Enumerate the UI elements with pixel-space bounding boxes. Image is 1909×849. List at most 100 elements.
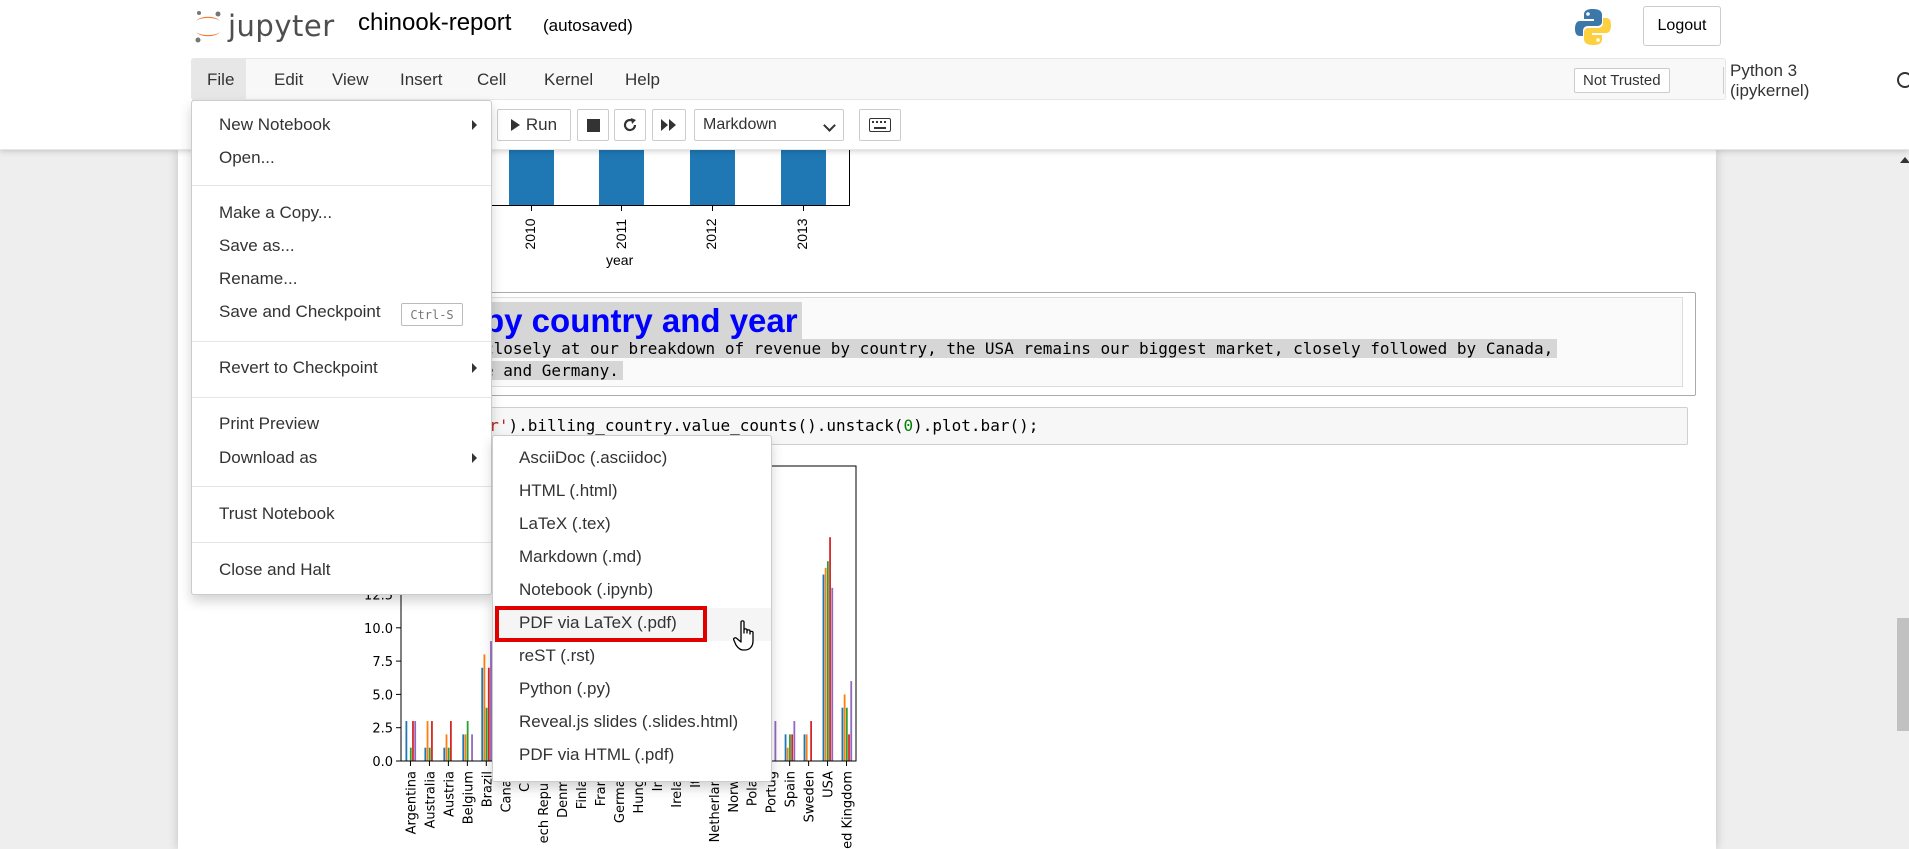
download-pdf-html[interactable]: PDF via HTML (.pdf) [519,745,674,765]
x-tick-label: USA [822,771,837,798]
x-tick-label: Argentina [404,771,419,834]
notebook-title[interactable]: chinook-report [358,9,511,37]
kernel-name[interactable]: Python 3 (ipykernel) [1723,61,1809,100]
markdown-text-line: closely at our breakdown of revenue by c… [480,339,1558,358]
scrollbar-thumb[interactable] [1897,618,1909,731]
run-label: Run [525,115,558,134]
menubar: File Edit View Insert Cell Kernel Help N… [191,58,1909,101]
download-markdown[interactable]: Markdown (.md) [519,547,642,567]
menu-item-save-as[interactable]: Save as... [219,236,295,256]
chart-bar [793,721,796,761]
download-notebook[interactable]: Notebook (.ipynb) [519,580,653,600]
run-button[interactable]: Run [497,109,571,141]
fast-forward-icon [661,119,676,131]
x-tick [803,206,804,211]
chart-bar [822,574,825,761]
chart-bar [445,734,448,761]
chart-bar [805,734,808,761]
chart-bar [449,721,452,761]
chart-bar [845,707,848,761]
restart-icon [623,118,637,132]
menu-divider [192,341,491,342]
chart-axes [485,150,850,206]
logout-button[interactable]: Logout [1643,6,1721,46]
highlight-box [495,606,707,642]
download-latex[interactable]: LaTeX (.tex) [519,514,611,534]
menu-item-save-checkpoint[interactable]: Save and Checkpoint [219,302,381,322]
download-python[interactable]: Python (.py) [519,679,611,699]
menu-insert[interactable]: Insert [385,59,458,101]
menu-item-trust-notebook[interactable]: Trust Notebook [219,504,335,524]
chart-bar [443,747,446,761]
kernel-idle-icon [1897,72,1909,88]
chart-bar [471,734,473,761]
chart-bar [485,707,488,761]
menu-item-revert-checkpoint[interactable]: Revert to Checkpoint [219,358,378,378]
download-reveal-slides[interactable]: Reveal.js slides (.slides.html) [519,712,738,732]
chart-bar [824,567,827,761]
download-rest[interactable]: reST (.rst) [519,646,595,666]
code-text: ).plot.bar(); [913,416,1039,435]
trust-status-button[interactable]: Not Trusted [1574,68,1670,93]
download-as-submenu: AsciiDoc (.asciidoc) HTML (.html) LaTeX … [492,435,772,782]
chart-bar [424,747,427,761]
chart-bar [466,721,469,761]
chart-bar [414,721,417,761]
code-text: ).billing_country.value_counts().unstack… [508,416,904,435]
y-tick-label: 5.0 [372,688,393,703]
markdown-text-line: e and Germany. [480,361,623,380]
chart-bar [428,747,431,761]
x-tick-label: Spain [784,771,799,807]
chart-bar [843,694,846,761]
x-tick-label: 2012 [703,218,719,250]
x-tick-label: Australia [423,771,438,829]
menu-item-new-notebook[interactable]: New Notebook [219,115,331,135]
menu-edit[interactable]: Edit [259,59,318,101]
hand-pointer-icon [733,620,754,651]
cell-type-select[interactable]: Markdown [694,109,844,141]
jupyter-logo[interactable]: jupyter [193,8,335,44]
menu-item-rename[interactable]: Rename... [219,269,297,289]
chart-bar [789,734,791,761]
chart-bar [791,734,794,761]
menu-item-make-copy[interactable]: Make a Copy... [219,203,332,223]
menu-item-print-preview[interactable]: Print Preview [219,414,319,434]
command-palette-button[interactable] [859,109,901,141]
download-html[interactable]: HTML (.html) [519,481,618,501]
interrupt-button[interactable] [577,109,609,141]
chart-bar [850,681,853,761]
menu-divider [192,397,491,398]
vertical-scrollbar[interactable] [1894,150,1909,849]
keyboard-icon [869,118,891,132]
x-tick-label: Austria [442,771,457,817]
menu-item-close-halt[interactable]: Close and Halt [219,560,331,580]
chart-bar [487,667,490,761]
x-tick-label: Sweden [803,771,818,822]
file-menu-dropdown: New Notebook Open... Make a Copy... Save… [191,100,492,595]
restart-button[interactable] [614,109,646,141]
chart-bar [483,654,486,761]
chevron-down-icon [823,119,836,132]
menu-cell[interactable]: Cell [462,59,521,101]
menu-divider [192,542,491,543]
stop-icon [586,118,600,132]
menu-item-open[interactable]: Open... [219,148,275,168]
scroll-up-arrow-icon[interactable] [1900,157,1909,163]
caret-right-icon [472,363,477,373]
menu-help[interactable]: Help [610,59,675,101]
x-tick-label: 2013 [794,218,810,250]
chart-bar [841,707,844,761]
download-asciidoc[interactable]: AsciiDoc (.asciidoc) [519,448,667,468]
chart-bar [405,721,408,761]
chart-bar [426,721,429,761]
menu-file[interactable]: File [192,59,246,101]
jupyter-logo-icon [195,11,221,43]
chart-bar [829,537,831,761]
chart-bar [826,561,829,761]
chart-bar [412,721,414,761]
menu-item-download-as[interactable]: Download as [219,448,317,468]
run-all-button[interactable] [652,109,686,141]
menu-kernel[interactable]: Kernel [529,59,608,101]
chart-bar [431,721,433,761]
menu-view[interactable]: View [317,59,384,101]
